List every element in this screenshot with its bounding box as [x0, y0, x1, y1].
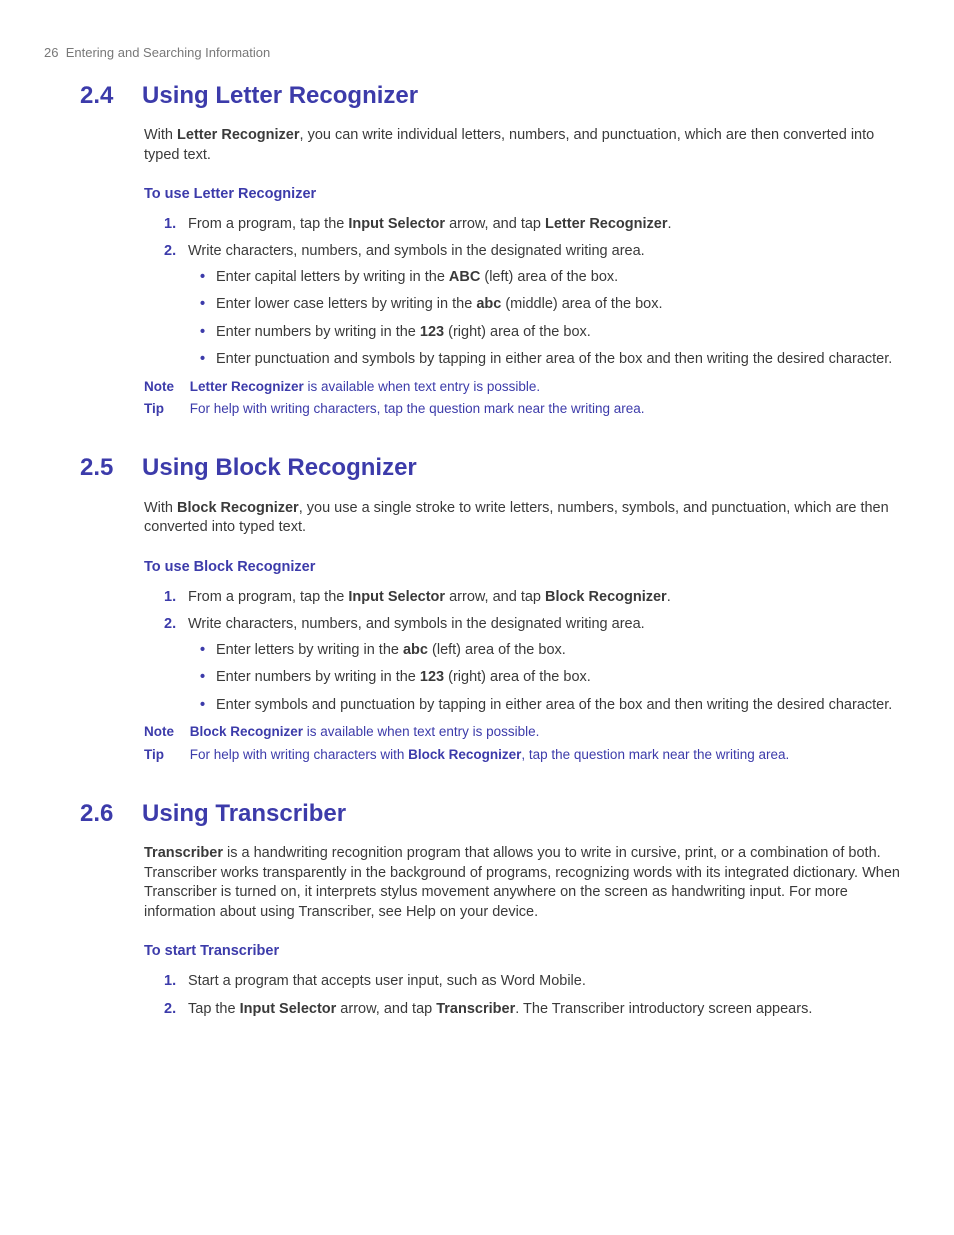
- section-heading-2-5: 2.5 Using Block Recognizer: [80, 452, 910, 484]
- step-item: Write characters, numbers, and symbols i…: [188, 615, 902, 715]
- section-heading-2-4: 2.4 Using Letter Recognizer: [80, 80, 910, 112]
- section-title: Using Transcriber: [142, 798, 346, 830]
- page-header: 26 Entering and Searching Information: [44, 44, 910, 62]
- steps-list: From a program, tap the Input Selector a…: [144, 215, 902, 370]
- step-item: Start a program that accepts user input,…: [188, 972, 902, 992]
- step-item: From a program, tap the Input Selector a…: [188, 588, 902, 608]
- tip-row: Tip For help with writing characters, ta…: [144, 400, 902, 418]
- bullet-item: Enter letters by writing in the abc (lef…: [216, 641, 902, 661]
- tip-label: Tip: [144, 746, 186, 764]
- tip-row: Tip For help with writing characters wit…: [144, 746, 902, 764]
- tip-label: Tip: [144, 400, 186, 418]
- note-label: Note: [144, 723, 186, 741]
- bullet-item: Enter numbers by writing in the 123 (rig…: [216, 668, 902, 688]
- bullet-item: Enter numbers by writing in the 123 (rig…: [216, 323, 902, 343]
- sub-bullets: Enter capital letters by writing in the …: [188, 268, 902, 370]
- tip-body: For help with writing characters, tap th…: [190, 400, 900, 418]
- steps-list: From a program, tap the Input Selector a…: [144, 588, 902, 716]
- section-number: 2.4: [80, 80, 138, 112]
- bullet-item: Enter capital letters by writing in the …: [216, 268, 902, 288]
- note-row: Note Block Recognizer is available when …: [144, 723, 902, 741]
- note-label: Note: [144, 378, 186, 396]
- intro-paragraph: Transcriber is a handwriting recognition…: [144, 844, 902, 922]
- bullet-item: Enter lower case letters by writing in t…: [216, 295, 902, 315]
- note-body: Letter Recognizer is available when text…: [190, 378, 900, 396]
- section-title: Using Block Recognizer: [142, 452, 417, 484]
- sub-heading: To start Transcriber: [144, 942, 902, 962]
- sub-bullets: Enter letters by writing in the abc (lef…: [188, 641, 902, 716]
- intro-paragraph: With Letter Recognizer, you can write in…: [144, 126, 902, 165]
- section-number: 2.6: [80, 798, 138, 830]
- sub-heading: To use Block Recognizer: [144, 558, 902, 578]
- note-body: Block Recognizer is available when text …: [190, 723, 900, 741]
- steps-list: Start a program that accepts user input,…: [144, 972, 902, 1019]
- bullet-item: Enter punctuation and symbols by tapping…: [216, 350, 902, 370]
- section-heading-2-6: 2.6 Using Transcriber: [80, 798, 910, 830]
- section-body-2-4: With Letter Recognizer, you can write in…: [144, 126, 902, 419]
- step-item: Write characters, numbers, and symbols i…: [188, 242, 902, 370]
- section-title: Using Letter Recognizer: [142, 80, 418, 112]
- sub-heading: To use Letter Recognizer: [144, 185, 902, 205]
- step-item: Tap the Input Selector arrow, and tap Tr…: [188, 1000, 902, 1020]
- section-body-2-6: Transcriber is a handwriting recognition…: [144, 844, 902, 1019]
- chapter-title: Entering and Searching Information: [66, 45, 271, 60]
- section-number: 2.5: [80, 452, 138, 484]
- section-body-2-5: With Block Recognizer, you use a single …: [144, 499, 902, 764]
- bullet-item: Enter symbols and punctuation by tapping…: [216, 696, 902, 716]
- page-number: 26: [44, 45, 58, 60]
- step-item: From a program, tap the Input Selector a…: [188, 215, 902, 235]
- intro-paragraph: With Block Recognizer, you use a single …: [144, 499, 902, 538]
- tip-body: For help with writing characters with Bl…: [190, 746, 900, 764]
- note-row: Note Letter Recognizer is available when…: [144, 378, 902, 396]
